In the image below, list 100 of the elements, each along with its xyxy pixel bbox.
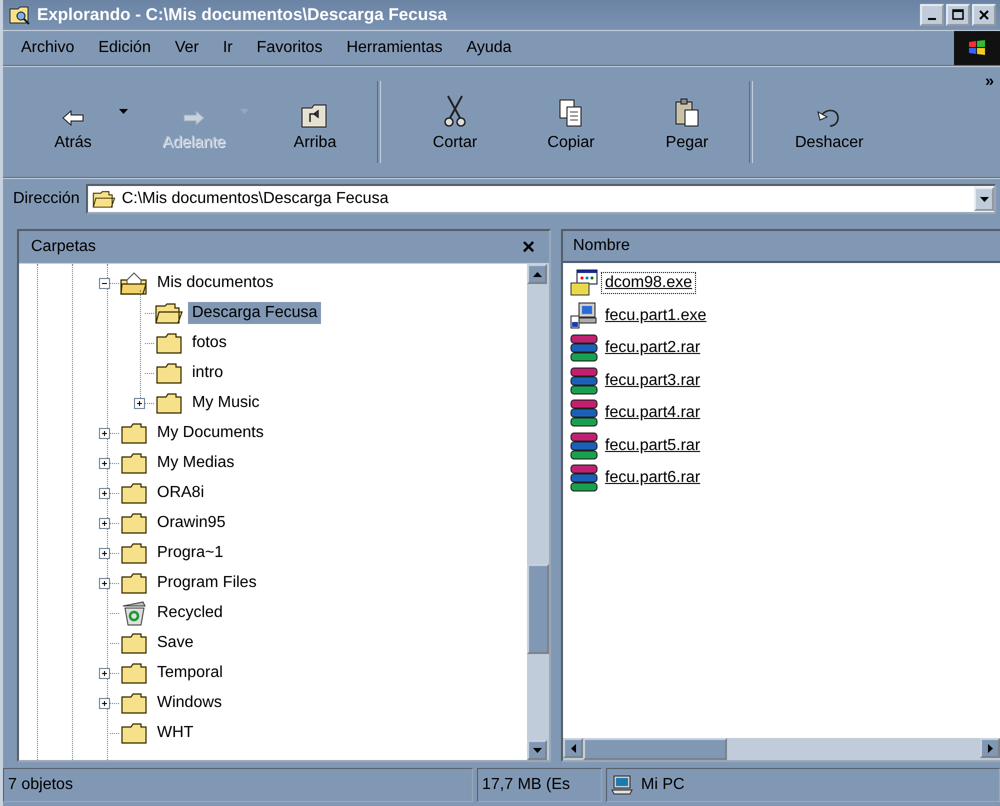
dropdown-button[interactable] xyxy=(974,187,994,211)
file-link[interactable]: fecu.part4.rar xyxy=(601,402,704,424)
expand-toggle[interactable] xyxy=(99,518,110,528)
books-archive-icon xyxy=(569,334,599,362)
address-field[interactable]: C:\Mis documentos\Descarga Fecusa xyxy=(86,184,996,214)
toolbar-button[interactable]: Copiar xyxy=(531,86,611,158)
folder-tree-item[interactable]: Progra~1 xyxy=(153,542,228,564)
minimize-icon xyxy=(928,18,936,20)
expand-toggle[interactable] xyxy=(99,698,110,708)
folder-tree-item[interactable]: Recycled xyxy=(153,602,227,624)
house-folder-icon xyxy=(120,271,148,295)
expand-toggle[interactable] xyxy=(99,578,110,588)
folder-tree-item[interactable]: Orawin95 xyxy=(153,512,230,534)
scroll-down-icon[interactable] xyxy=(532,748,542,752)
books-archive-icon xyxy=(569,432,599,460)
menu-item[interactable]: Ayuda xyxy=(462,39,524,57)
scroll-up-icon[interactable] xyxy=(532,272,542,276)
scroll-thumb[interactable] xyxy=(527,564,549,654)
maximize-button[interactable] xyxy=(946,4,970,26)
toolbar-button[interactable]: Cortar xyxy=(415,86,495,158)
folder-icon xyxy=(121,722,147,744)
menu-item[interactable]: Herramientas xyxy=(342,39,454,57)
folder-icon xyxy=(121,482,147,504)
expand-toggle[interactable] xyxy=(99,548,110,558)
file-link[interactable]: fecu.part6.rar xyxy=(601,467,704,490)
folder-tree-item[interactable]: My Documents xyxy=(153,422,268,444)
folder-icon xyxy=(156,332,182,354)
computer-setup-icon xyxy=(569,302,599,330)
folder-icon xyxy=(121,662,147,684)
recycle-bin-icon xyxy=(120,600,148,626)
expand-toggle[interactable] xyxy=(99,458,110,468)
forward-arrow-icon xyxy=(182,108,206,128)
folder-icon xyxy=(121,572,147,594)
more-chevron[interactable]: » xyxy=(985,73,994,91)
file-link[interactable]: fecu.part2.rar xyxy=(601,337,704,360)
folder-tree-item[interactable]: ORA8i xyxy=(153,482,208,504)
status-size: 17,7 MB (Es xyxy=(477,768,602,802)
copy-icon xyxy=(558,98,584,128)
open-folder-icon xyxy=(155,302,183,324)
folder-tree-item[interactable]: Program Files xyxy=(153,572,261,594)
toolbar-button[interactable]: Arriba xyxy=(275,86,355,158)
close-pane-button[interactable]: × xyxy=(522,234,535,260)
close-icon xyxy=(978,9,990,21)
folder-icon xyxy=(156,392,182,414)
scissors-icon xyxy=(443,94,467,128)
folder-tree-item[interactable]: WHT xyxy=(153,722,198,744)
minimize-button[interactable] xyxy=(920,4,944,26)
toolbar-button[interactable]: Atrás xyxy=(33,86,113,158)
folder-tree-item[interactable]: fotos xyxy=(188,332,231,354)
folder-icon xyxy=(121,422,147,444)
pane-title: Carpetas xyxy=(31,238,96,256)
address-label: Dirección xyxy=(13,190,80,208)
toolbar-button[interactable]: Pegar xyxy=(647,86,727,158)
folder-tree-item[interactable]: Save xyxy=(153,632,198,654)
expand-toggle[interactable] xyxy=(99,428,110,438)
scroll-right-icon[interactable] xyxy=(988,744,992,752)
books-archive-icon xyxy=(569,464,599,492)
menu-item[interactable]: Archivo xyxy=(17,39,86,57)
menu-item[interactable]: Favoritos xyxy=(252,39,334,57)
maximize-icon xyxy=(952,9,964,21)
computer-icon xyxy=(611,775,633,795)
folder-icon xyxy=(121,632,147,654)
menu-item[interactable]: Ver xyxy=(170,39,211,57)
folder-tree-item[interactable]: Windows xyxy=(153,692,226,714)
collapse-toggle[interactable] xyxy=(99,278,110,288)
scroll-thumb[interactable] xyxy=(583,738,727,760)
file-link[interactable]: dcom98.exe xyxy=(601,272,696,294)
folder-tree-item[interactable]: intro xyxy=(188,362,228,384)
folder-tree-item[interactable]: My Medias xyxy=(153,452,238,474)
folder-icon xyxy=(121,512,147,534)
scroll-left-icon[interactable] xyxy=(570,744,576,752)
folder-icon xyxy=(121,452,147,474)
expand-toggle[interactable] xyxy=(134,398,145,408)
file-link[interactable]: fecu.part1.exe xyxy=(601,304,710,327)
books-archive-icon xyxy=(569,366,599,395)
status-object-count: 7 objetos xyxy=(3,768,473,802)
folder-tree-item[interactable]: My Music xyxy=(188,392,264,414)
horizontal-scrollbar[interactable] xyxy=(563,738,1000,760)
folder-tree-item[interactable]: Descarga Fecusa xyxy=(188,302,322,324)
back-arrow-icon xyxy=(61,108,85,128)
menu-item[interactable]: Ir xyxy=(218,39,245,57)
folder-tree-item[interactable]: Mis documentos xyxy=(153,272,278,294)
books-archive-icon xyxy=(569,399,599,428)
close-button[interactable] xyxy=(972,4,996,26)
expand-toggle[interactable] xyxy=(99,668,110,678)
folder-tree-item[interactable]: Temporal xyxy=(153,662,227,684)
file-link[interactable]: fecu.part3.rar xyxy=(601,370,704,392)
windows-logo-icon xyxy=(954,31,1000,65)
file-link[interactable]: fecu.part5.rar xyxy=(601,434,704,457)
expand-toggle[interactable] xyxy=(99,488,110,498)
open-folder-icon xyxy=(92,190,116,208)
dropdown-caret-icon[interactable] xyxy=(119,108,128,114)
toolbar-button[interactable]: Deshacer xyxy=(787,86,872,158)
menu-item[interactable]: Edición xyxy=(94,39,163,57)
installer-icon xyxy=(569,269,599,298)
window-title: Explorando - C:\Mis documentos\Descarga Fecusa xyxy=(37,5,448,25)
status-zone: Mi PC xyxy=(641,776,685,794)
folder-icon xyxy=(121,542,147,564)
explorer-icon xyxy=(9,5,31,25)
vertical-scrollbar[interactable] xyxy=(527,264,549,760)
